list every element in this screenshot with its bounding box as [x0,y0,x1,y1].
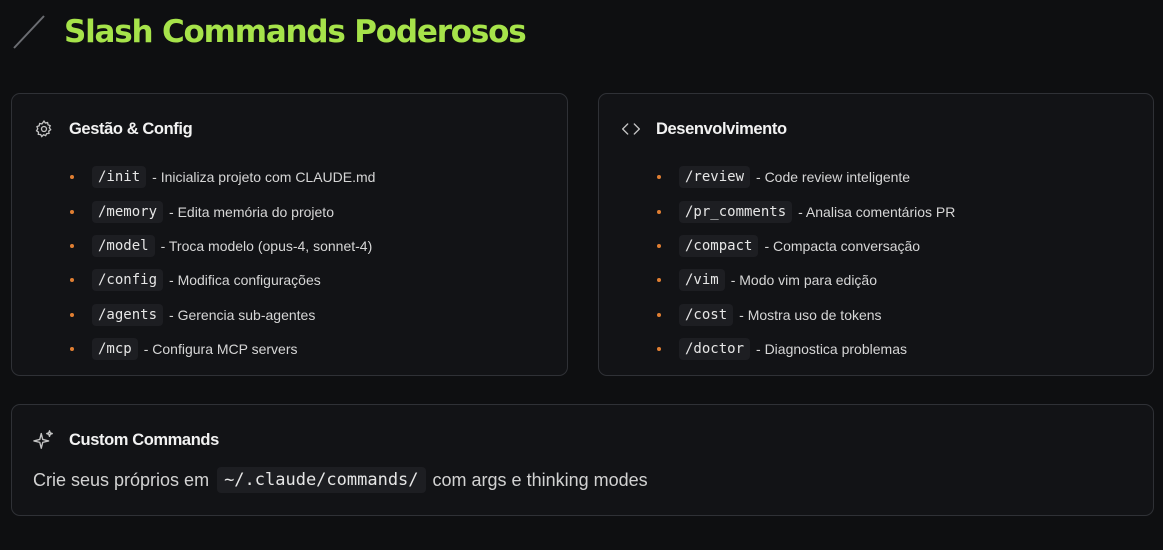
dev-card-header: Desenvolvimento [620,118,787,140]
command-desc: - Modifica configurações [169,272,321,289]
text-after: com args e thinking modes [432,469,648,490]
custom-card-header: Custom Commands [33,429,219,451]
command-code: /vim [679,269,725,292]
custom-card-title: Custom Commands [69,430,219,449]
command-desc: - Inicializa projeto com CLAUDE.md [152,169,376,186]
list-item: /init - Inicializa projeto com CLAUDE.md [70,160,375,194]
command-desc: - Modo vim para edição [730,272,878,289]
config-command-list: /init - Inicializa projeto com CLAUDE.md … [70,160,375,366]
config-card: Gestão & Config /init - Inicializa projet… [11,93,568,376]
command-code: /mcp [92,338,138,361]
slash-icon [13,15,45,49]
command-code: /compact [679,234,759,257]
commands-path-code: ~/.claude/commands/ [217,467,426,493]
bullet [70,209,74,214]
command-code: /init [92,166,147,189]
command-desc: - Edita memória do projeto [169,203,334,220]
list-item: /doctor - Diagnostica problemas [657,332,955,366]
gear-icon [33,118,55,140]
list-item: /model - Troca modelo (opus-4, sonnet-4) [70,229,375,263]
code-brackets-icon [620,118,642,140]
list-item: /review - Code review inteligente [657,160,955,194]
bullet [657,278,661,283]
dev-command-list: /review - Code review inteligente /pr_com… [657,160,955,366]
custom-commands-description: Crie seus próprios em ~/.claude/commands… [33,467,648,493]
custom-commands-card: Custom Commands Crie seus próprios em ~/… [11,404,1154,516]
bullet [70,175,74,180]
config-card-header: Gestão & Config [33,118,193,140]
command-code: /review [679,166,751,189]
command-desc: - Compacta conversação [764,237,921,254]
command-code: /cost [679,303,734,326]
list-item: /config - Modifica configurações [70,263,375,297]
command-desc: - Diagnostica problemas [756,341,907,358]
page-title: Slash Commands Poderosos [64,14,527,50]
list-item: /cost - Mostra uso de tokens [657,298,955,332]
command-desc: - Code review inteligente [756,169,911,186]
list-item: /mcp - Configura MCP servers [70,332,375,366]
bullet [70,243,74,248]
command-code: /pr_comments [679,200,793,223]
list-item: /compact - Compacta conversação [657,229,955,263]
dev-card-title: Desenvolvimento [656,119,787,138]
command-code: /config [92,269,164,292]
command-desc: - Configura MCP servers [143,341,298,358]
bullet [657,175,661,180]
command-desc: - Mostra uso de tokens [739,306,882,323]
command-code: /memory [92,200,164,223]
command-desc: - Gerencia sub-agentes [169,306,316,323]
bullet [657,243,661,248]
list-item: /memory - Edita memória do projeto [70,194,375,228]
bullet [70,312,74,317]
slide: Slash Commands Poderosos Gestão & Config… [0,0,1163,550]
text-before: Crie seus próprios em [33,469,210,490]
command-code: /agents [92,303,164,326]
bullet [657,347,661,352]
header: Slash Commands Poderosos [10,10,527,54]
bullet [70,278,74,283]
command-desc: - Analisa comentários PR [798,203,956,220]
list-item: /pr_comments - Analisa comentários PR [657,194,955,228]
list-item: /vim - Modo vim para edição [657,263,955,297]
config-card-title: Gestão & Config [69,119,193,138]
list-item: /agents - Gerencia sub-agentes [70,298,375,332]
dev-card: Desenvolvimento /review - Code review int… [598,93,1154,376]
bullet [657,209,661,214]
bullet [70,347,74,352]
sparkles-icon [33,429,55,451]
command-desc: - Troca modelo (opus-4, sonnet-4) [160,237,373,254]
bullet [657,312,661,317]
command-code: /doctor [679,338,751,361]
command-code: /model [92,234,155,257]
